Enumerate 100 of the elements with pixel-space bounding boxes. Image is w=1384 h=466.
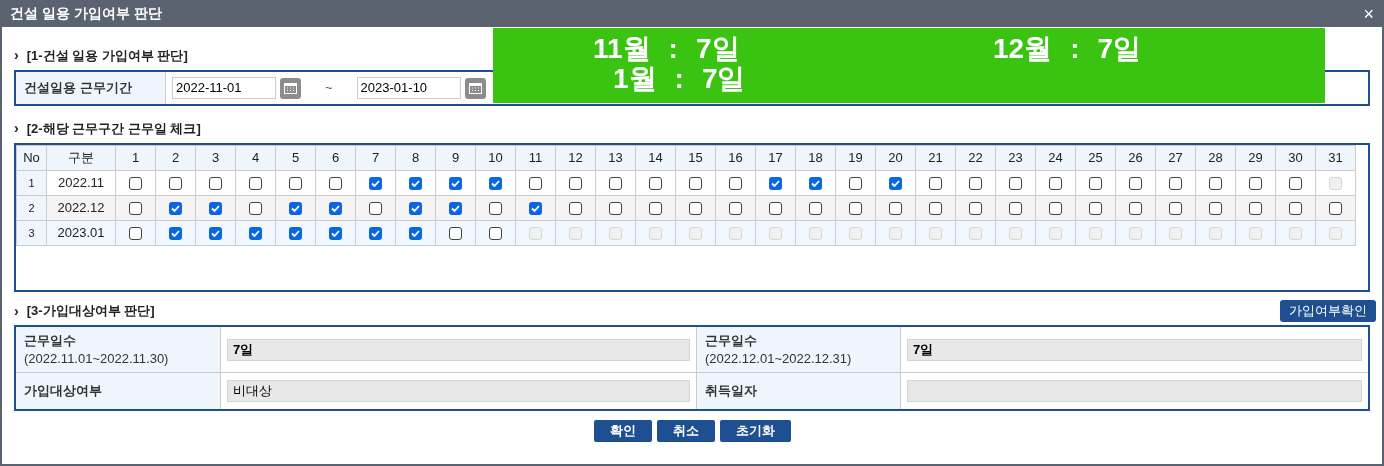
- day-checkbox[interactable]: [1129, 176, 1142, 190]
- column-header: 2: [155, 145, 196, 171]
- column-header: 24: [1035, 145, 1076, 171]
- day-checkbox[interactable]: [369, 226, 382, 240]
- day-checkbox[interactable]: [569, 201, 582, 215]
- day-checkbox[interactable]: [369, 176, 382, 190]
- day-checkbox[interactable]: [1169, 176, 1182, 190]
- day-checkbox[interactable]: [209, 226, 222, 240]
- end-date-field[interactable]: 2023-01-10: [356, 77, 461, 99]
- day-checkbox[interactable]: [569, 176, 582, 190]
- day-checkbox[interactable]: [929, 176, 942, 190]
- day-checkbox[interactable]: [209, 201, 222, 215]
- day-checkbox[interactable]: [929, 201, 942, 215]
- chevron-icon: ›: [14, 118, 19, 139]
- calendar-button[interactable]: [464, 77, 486, 99]
- column-header: 17: [755, 145, 796, 171]
- day-checkbox[interactable]: [409, 201, 422, 215]
- day-checkbox[interactable]: [1009, 176, 1022, 190]
- day-checkbox[interactable]: [129, 176, 142, 190]
- action-button[interactable]: 확인: [593, 420, 652, 442]
- day-checkbox[interactable]: [1049, 176, 1062, 190]
- day-checkbox[interactable]: [489, 226, 502, 240]
- day-checkbox[interactable]: [1209, 176, 1222, 190]
- day-checkbox[interactable]: [889, 201, 902, 215]
- day-checkbox[interactable]: [289, 201, 302, 215]
- day-checkbox[interactable]: [1209, 201, 1222, 215]
- day-checkbox[interactable]: [769, 201, 782, 215]
- action-button[interactable]: 취소: [656, 420, 715, 442]
- column-header: 29: [1235, 145, 1276, 171]
- day-checkbox[interactable]: [1329, 201, 1342, 215]
- day-checkbox[interactable]: [289, 226, 302, 240]
- day-checkbox[interactable]: [409, 176, 422, 190]
- month-cell: 2023.01: [46, 220, 116, 246]
- day-checkbox[interactable]: [249, 226, 262, 240]
- calendar-button[interactable]: [280, 77, 301, 99]
- column-header: 7: [355, 145, 396, 171]
- day-checkbox[interactable]: [529, 176, 542, 190]
- day-checkbox[interactable]: [1289, 176, 1302, 190]
- day-checkbox[interactable]: [409, 226, 422, 240]
- column-header: 1: [115, 145, 156, 171]
- day-checkbox[interactable]: [449, 201, 462, 215]
- day-checkbox[interactable]: [369, 201, 382, 215]
- action-button[interactable]: 초기화: [719, 420, 791, 442]
- day-checkbox[interactable]: [329, 201, 342, 215]
- day-checkbox[interactable]: [729, 176, 742, 190]
- day-checkbox[interactable]: [129, 226, 142, 240]
- result-field: 7일: [227, 338, 690, 361]
- day-checkbox[interactable]: [449, 176, 462, 190]
- column-header: 16: [715, 145, 756, 171]
- day-checkbox[interactable]: [1049, 201, 1062, 215]
- day-checkbox[interactable]: [689, 201, 702, 215]
- day-checkbox[interactable]: [1129, 201, 1142, 215]
- day-checkbox[interactable]: [609, 176, 622, 190]
- day-checkbox[interactable]: [329, 226, 342, 240]
- day-checkbox[interactable]: [489, 201, 502, 215]
- section-title: [2-해당 근무구간 근무일 체크]: [26, 119, 201, 138]
- column-header: 28: [1195, 145, 1236, 171]
- day-checkbox[interactable]: [169, 201, 182, 215]
- month-cell: 2022.11: [46, 170, 116, 196]
- day-checkbox[interactable]: [969, 201, 982, 215]
- day-checkbox[interactable]: [809, 201, 822, 215]
- day-checkbox[interactable]: [249, 176, 262, 190]
- day-checkbox[interactable]: [249, 201, 262, 215]
- day-checkbox[interactable]: [489, 176, 502, 190]
- day-checkbox[interactable]: [609, 201, 622, 215]
- day-checkbox[interactable]: [849, 201, 862, 215]
- column-header: 5: [275, 145, 316, 171]
- close-button[interactable]: ×: [1363, 4, 1374, 23]
- day-checkbox[interactable]: [809, 176, 822, 190]
- day-checkbox[interactable]: [769, 176, 782, 190]
- day-checkbox[interactable]: [529, 201, 542, 215]
- day-checkbox[interactable]: [1249, 201, 1262, 215]
- column-header: 14: [635, 145, 676, 171]
- day-checkbox[interactable]: [169, 226, 182, 240]
- day-checkbox[interactable]: [849, 176, 862, 190]
- day-checkbox[interactable]: [889, 176, 902, 190]
- start-date-field[interactable]: 2022-11-01: [172, 77, 276, 99]
- column-header: 31: [1315, 145, 1356, 171]
- check-button[interactable]: 가입여부확인: [1280, 300, 1376, 322]
- day-checkbox[interactable]: [129, 201, 142, 215]
- day-checkbox[interactable]: [1289, 201, 1302, 215]
- day-checkbox[interactable]: [1009, 201, 1022, 215]
- day-checkbox[interactable]: [649, 176, 662, 190]
- banner-value: 7일: [695, 34, 740, 64]
- day-checkbox[interactable]: [289, 176, 302, 190]
- day-checkbox[interactable]: [649, 201, 662, 215]
- day-checkbox[interactable]: [969, 176, 982, 190]
- day-checkbox[interactable]: [689, 176, 702, 190]
- day-checkbox[interactable]: [1089, 176, 1102, 190]
- day-checkbox[interactable]: [729, 201, 742, 215]
- column-header: 30: [1275, 145, 1316, 171]
- day-checkbox[interactable]: [1169, 201, 1182, 215]
- day-checkbox[interactable]: [169, 176, 182, 190]
- day-checkbox[interactable]: [1249, 176, 1262, 190]
- column-header: No: [16, 145, 47, 171]
- day-checkbox[interactable]: [209, 176, 222, 190]
- day-checkbox[interactable]: [449, 226, 462, 240]
- column-header: 9: [435, 145, 476, 171]
- day-checkbox[interactable]: [329, 176, 342, 190]
- day-checkbox[interactable]: [1089, 201, 1102, 215]
